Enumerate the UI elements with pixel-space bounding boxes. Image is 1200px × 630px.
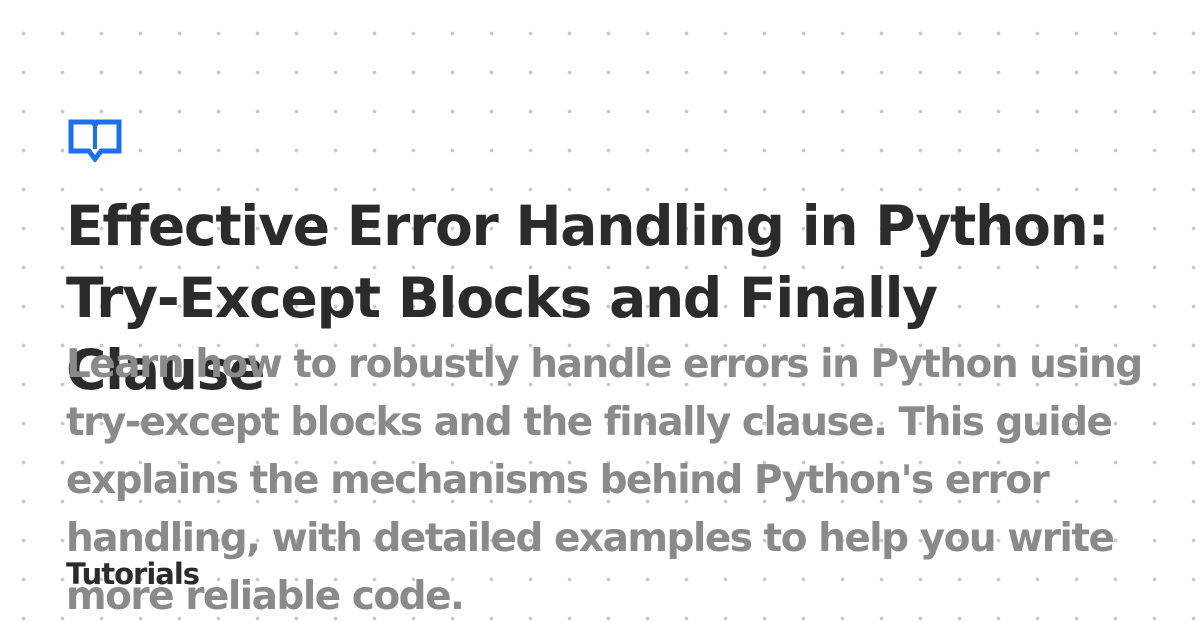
category-label: Tutorials bbox=[66, 557, 200, 591]
open-book-icon bbox=[68, 118, 122, 164]
article-description: Learn how to robustly handle errors in P… bbox=[66, 342, 1143, 619]
share-card: Effective Error Handling in Python: Try-… bbox=[0, 0, 1200, 630]
